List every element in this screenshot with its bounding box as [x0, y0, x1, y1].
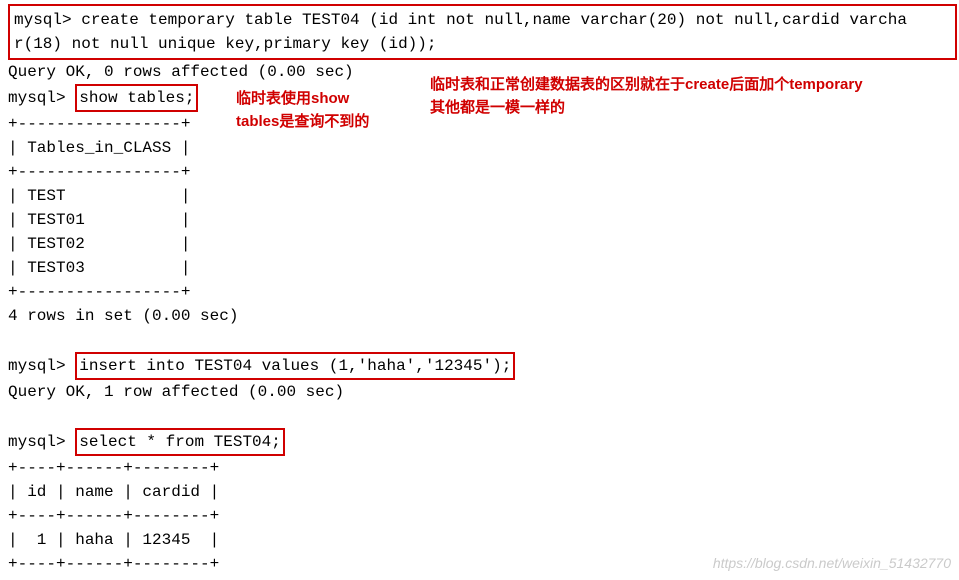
- annotation-temporary: 临时表和正常创建数据表的区别就在于create后面加个temporary 其他都…: [430, 74, 863, 119]
- table-row: | TEST03 |: [8, 256, 951, 280]
- prompt-select: mysql>: [8, 433, 75, 451]
- result-border-mid: +----+------+--------+: [8, 504, 951, 528]
- table-border-mid: +-----------------+: [8, 160, 951, 184]
- table-header: | Tables_in_CLASS |: [8, 136, 951, 160]
- insert-line: mysql> insert into TEST04 values (1,'hah…: [8, 352, 951, 380]
- sql-create-line2: r(18) not null unique key,primary key (i…: [14, 35, 436, 53]
- blank-line: [8, 328, 951, 352]
- annotation-2-line2: 其他都是一模一样的: [430, 99, 565, 116]
- select-text: select * from TEST04;: [79, 433, 281, 451]
- insert-text: insert into TEST04 values (1,'haha','123…: [79, 357, 511, 375]
- annotation-show-tables: 临时表使用show tables是查询不到的: [236, 88, 369, 133]
- sql-create-line1: mysql> create temporary table TEST04 (id…: [14, 11, 907, 29]
- rows-in-set: 4 rows in set (0.00 sec): [8, 304, 951, 328]
- show-tables-box: show tables;: [75, 84, 198, 112]
- prompt-insert: mysql>: [8, 357, 75, 375]
- result-header: | id | name | cardid |: [8, 480, 951, 504]
- table-row: | TEST01 |: [8, 208, 951, 232]
- table-border-bottom: +-----------------+: [8, 280, 951, 304]
- annotation-1-line1: 临时表使用show: [236, 90, 349, 107]
- blank-line: [8, 404, 951, 428]
- table-row: | TEST02 |: [8, 232, 951, 256]
- select-box: select * from TEST04;: [75, 428, 285, 456]
- watermark-text: https://blog.csdn.net/weixin_51432770: [713, 553, 951, 574]
- query-ok-2: Query OK, 1 row affected (0.00 sec): [8, 380, 951, 404]
- insert-box: insert into TEST04 values (1,'haha','123…: [75, 352, 515, 380]
- annotation-1-line2: tables是查询不到的: [236, 113, 369, 130]
- table-row: | TEST |: [8, 184, 951, 208]
- annotation-2-line1: 临时表和正常创建数据表的区别就在于create后面加个temporary: [430, 76, 863, 93]
- select-line: mysql> select * from TEST04;: [8, 428, 951, 456]
- show-tables-text: show tables;: [79, 89, 194, 107]
- create-table-box: mysql> create temporary table TEST04 (id…: [8, 4, 957, 60]
- result-border-top: +----+------+--------+: [8, 456, 951, 480]
- prompt-show: mysql>: [8, 89, 75, 107]
- result-row: | 1 | haha | 12345 |: [8, 528, 951, 552]
